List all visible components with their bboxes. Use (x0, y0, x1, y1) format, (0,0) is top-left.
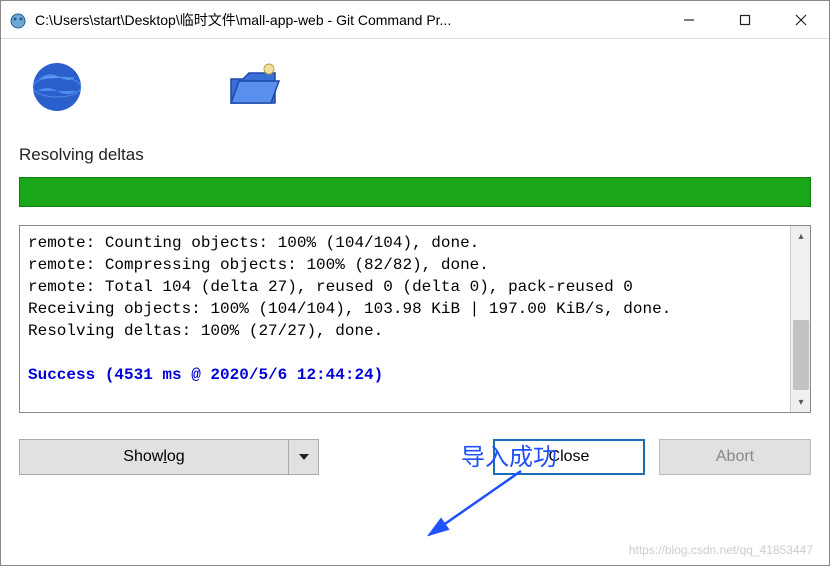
close-window-button[interactable] (773, 1, 829, 39)
scroll-down-icon[interactable]: ▾ (791, 392, 811, 412)
button-row: Show log Close Abort (19, 439, 811, 475)
minimize-button[interactable] (661, 1, 717, 39)
progress-bar (19, 177, 811, 207)
log-scrollbar[interactable]: ▴ ▾ (790, 226, 810, 412)
maximize-button[interactable] (717, 1, 773, 39)
tortoise-icon (9, 11, 27, 29)
titlebar: C:\Users\start\Desktop\临时文件\mall-app-web… (1, 1, 829, 39)
show-log-split-button: Show log (19, 439, 319, 475)
log-line: remote: Compressing objects: 100% (82/82… (28, 256, 489, 274)
show-log-dropdown[interactable] (289, 439, 319, 475)
window-title: C:\Users\start\Desktop\临时文件\mall-app-web… (35, 10, 661, 30)
log-line: Resolving deltas: 100% (27/27), done. (28, 322, 383, 340)
log-line: remote: Counting objects: 100% (104/104)… (28, 234, 479, 252)
folder-icon (225, 59, 281, 115)
abort-button: Abort (659, 439, 811, 475)
log-text[interactable]: remote: Counting objects: 100% (104/104)… (20, 226, 790, 412)
log-line: Receiving objects: 100% (104/104), 103.9… (28, 300, 671, 318)
show-log-button[interactable]: Show log (19, 439, 289, 475)
log-line: remote: Total 104 (delta 27), reused 0 (… (28, 278, 633, 296)
status-label: Resolving deltas (19, 145, 811, 165)
chevron-down-icon (299, 454, 309, 460)
dialog-body: Resolving deltas remote: Counting object… (1, 39, 829, 565)
scroll-thumb[interactable] (793, 320, 809, 390)
log-success-line: Success (4531 ms @ 2020/5/6 12:44:24) (28, 366, 383, 384)
close-button[interactable]: Close (493, 439, 645, 475)
git-progress-dialog: C:\Users\start\Desktop\临时文件\mall-app-web… (0, 0, 830, 566)
watermark: https://blog.csdn.net/qq_41853447 (629, 543, 813, 557)
scroll-up-icon[interactable]: ▴ (791, 226, 811, 246)
log-output: remote: Counting objects: 100% (104/104)… (19, 225, 811, 413)
globe-icon (29, 59, 85, 115)
icon-row (19, 53, 811, 145)
